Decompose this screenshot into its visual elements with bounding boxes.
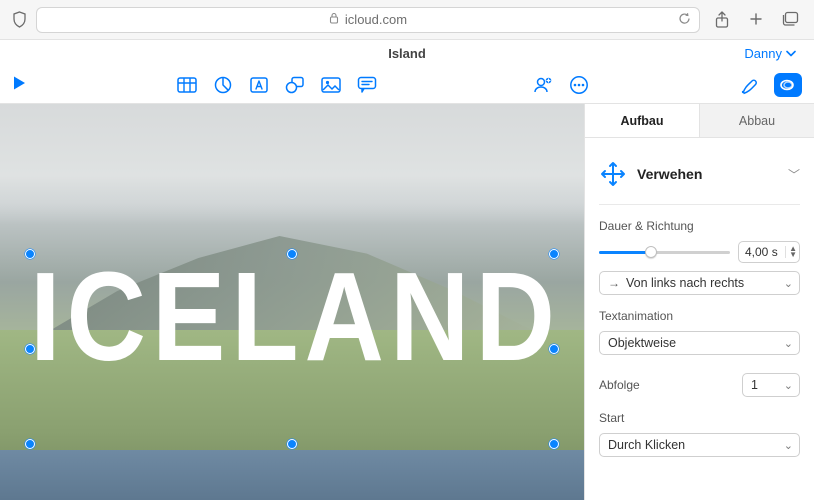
direction-value: Von links nach rechts xyxy=(626,276,744,290)
collaborate-icon[interactable] xyxy=(532,74,554,96)
textanim-label: Textanimation xyxy=(599,309,800,323)
insert-text-icon[interactable] xyxy=(248,74,270,96)
chevron-down-icon: ⌄ xyxy=(784,439,793,452)
privacy-shield-icon[interactable] xyxy=(10,11,28,28)
user-name: Danny xyxy=(744,46,782,61)
new-tab-icon[interactable] xyxy=(746,11,766,29)
address-bar[interactable]: icloud.com xyxy=(36,7,700,33)
effect-selector[interactable]: Verwehen ﹀ xyxy=(599,148,800,205)
start-label: Start xyxy=(599,411,800,425)
resize-handle-br[interactable] xyxy=(549,439,559,449)
effect-name: Verwehen xyxy=(637,166,702,182)
user-menu[interactable]: Danny xyxy=(744,46,796,61)
insert-table-icon[interactable] xyxy=(176,74,198,96)
start-value: Durch Klicken xyxy=(608,438,685,452)
insert-comment-icon[interactable] xyxy=(356,74,378,96)
resize-handle-bm[interactable] xyxy=(287,439,297,449)
resize-handle-mr[interactable] xyxy=(549,344,559,354)
share-icon[interactable] xyxy=(712,11,732,29)
format-brush-icon[interactable] xyxy=(738,74,760,96)
insert-shape-icon[interactable] xyxy=(284,74,306,96)
browser-toolbar: icloud.com xyxy=(0,0,814,40)
chevron-down-icon: ⌄ xyxy=(784,337,793,350)
inspector-tabs: Aufbau Abbau xyxy=(585,104,814,138)
document-title: Island xyxy=(388,46,426,61)
order-label: Abfolge xyxy=(599,378,640,392)
slide-bg-clouds xyxy=(0,104,584,224)
resize-handle-ml[interactable] xyxy=(25,344,35,354)
tab-build-in[interactable]: Aufbau xyxy=(585,104,700,137)
textanim-select[interactable]: Objektweise ⌄ xyxy=(599,331,800,355)
chevron-down-icon: ⌄ xyxy=(784,379,793,392)
arrow-right-icon: → xyxy=(608,276,620,290)
animate-panel-button[interactable] xyxy=(774,73,802,97)
resize-handle-tm[interactable] xyxy=(287,249,297,259)
slide-canvas[interactable]: ICELAND xyxy=(0,104,584,500)
selected-text-box[interactable]: ICELAND xyxy=(30,254,554,444)
order-value: 1 xyxy=(751,378,758,392)
play-button[interactable] xyxy=(12,75,26,94)
duration-slider[interactable] xyxy=(599,244,730,260)
duration-stepper[interactable]: 4,00 s ▲▼ xyxy=(738,241,800,263)
app-toolbar xyxy=(0,66,814,104)
address-url: icloud.com xyxy=(345,12,407,27)
chevron-down-icon xyxy=(786,50,796,57)
chevron-down-icon: ﹀ xyxy=(788,166,800,183)
slide-bg-water xyxy=(0,450,584,500)
textanim-value: Objektweise xyxy=(608,336,676,350)
resize-handle-tr[interactable] xyxy=(549,249,559,259)
direction-select[interactable]: → Von links nach rechts ⌄ xyxy=(599,271,800,295)
insert-chart-icon[interactable] xyxy=(212,74,234,96)
start-select[interactable]: Durch Klicken ⌄ xyxy=(599,433,800,457)
resize-handle-tl[interactable] xyxy=(25,249,35,259)
document-header: Island Danny xyxy=(0,40,814,66)
insert-image-icon[interactable] xyxy=(320,74,342,96)
slide-headline[interactable]: ICELAND xyxy=(30,254,554,381)
duration-value: 4,00 s xyxy=(745,245,778,259)
resize-handle-bl[interactable] xyxy=(25,439,35,449)
chevron-down-icon: ⌄ xyxy=(784,277,793,290)
tabs-overview-icon[interactable] xyxy=(780,11,800,29)
move-arrows-icon xyxy=(599,160,627,188)
tab-build-out[interactable]: Abbau xyxy=(700,104,814,137)
order-select[interactable]: 1 ⌄ xyxy=(742,373,800,397)
lock-icon xyxy=(329,12,339,27)
reload-icon[interactable] xyxy=(678,12,691,28)
more-icon[interactable] xyxy=(568,74,590,96)
animate-inspector: Aufbau Abbau Verwehen ﹀ Dauer & Richtung… xyxy=(584,104,814,500)
duration-section-label: Dauer & Richtung xyxy=(599,219,800,233)
